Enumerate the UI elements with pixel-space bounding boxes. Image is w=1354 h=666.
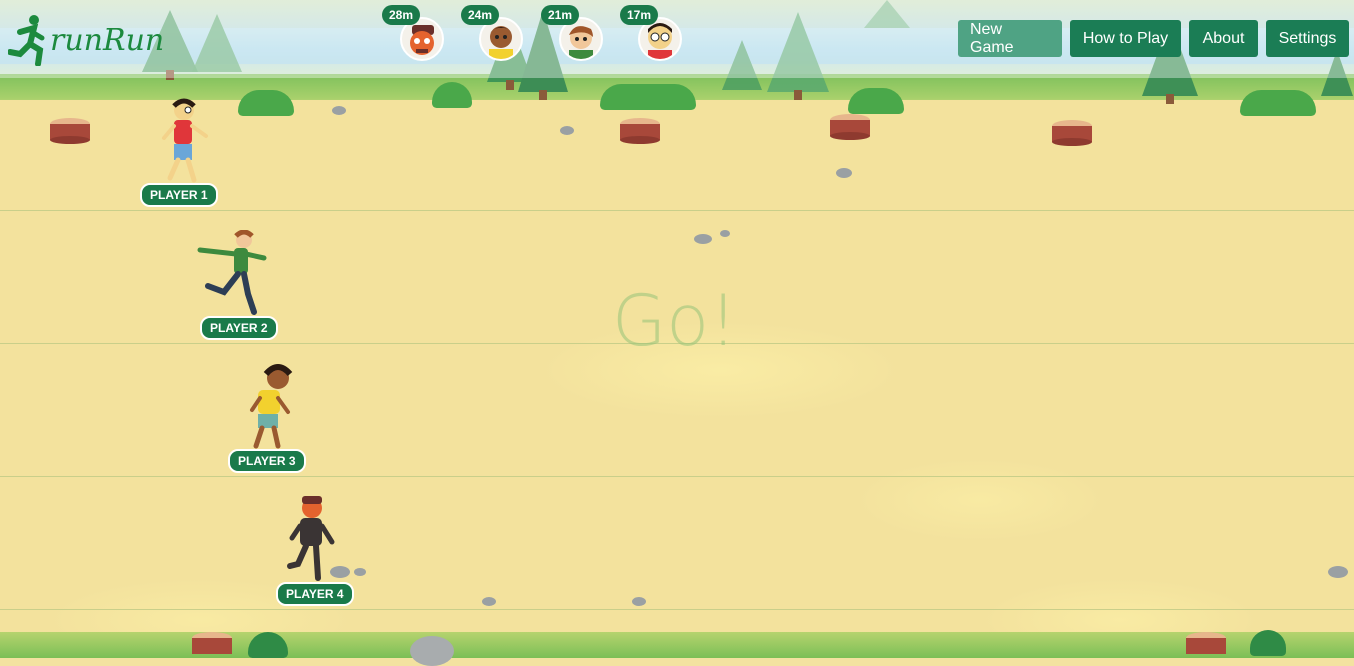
new-game-button[interactable]: New Game: [958, 20, 1062, 57]
runner-logo-icon: [8, 15, 45, 66]
lane-divider: [0, 476, 1354, 477]
tree-stump-icon: [50, 118, 90, 144]
player3-label: PLAYER 3: [228, 449, 306, 473]
rock: [694, 234, 712, 244]
top-bar: runRun 28m 24m 21m 17m New Game How to P…: [0, 0, 1354, 78]
rock: [332, 106, 346, 115]
player1-label: PLAYER 1: [140, 183, 218, 207]
app-logo[interactable]: runRun: [8, 12, 164, 68]
app-name: runRun: [50, 22, 165, 58]
player4-label: PLAYER 4: [276, 582, 354, 606]
player4-runner: [287, 496, 335, 581]
about-button[interactable]: About: [1189, 20, 1258, 57]
rock: [560, 126, 574, 135]
bush: [600, 84, 696, 110]
distance-badge: 24m: [461, 5, 500, 25]
rock: [720, 230, 730, 237]
player1-runner: [162, 98, 208, 183]
bush: [848, 88, 904, 114]
standing-player1: 17m: [620, 5, 682, 65]
player3-runner: [250, 364, 293, 449]
how-to-play-button[interactable]: How to Play: [1070, 20, 1181, 57]
distance-badge: 28m: [382, 5, 421, 25]
player2-label: PLAYER 2: [200, 316, 278, 340]
race-status-text: Go!: [612, 280, 738, 362]
distance-badge: 21m: [541, 5, 580, 25]
lane-divider: [0, 609, 1354, 610]
tree-stump-icon: [192, 632, 232, 654]
standing-player4: 28m: [382, 5, 444, 65]
tree-stump-icon: [1186, 632, 1226, 654]
tree-stump-icon: [1052, 120, 1092, 146]
rock: [410, 636, 454, 666]
rock: [632, 597, 646, 606]
tree-stump-icon: [620, 118, 660, 144]
rock: [354, 568, 366, 576]
rock: [836, 168, 852, 178]
bush: [238, 90, 294, 116]
standing-player2: 21m: [541, 5, 603, 65]
player2-runner: [197, 230, 267, 315]
rock: [482, 597, 496, 606]
tree-stump-icon: [830, 114, 870, 140]
distance-badge: 17m: [620, 5, 659, 25]
lane-divider: [0, 210, 1354, 211]
settings-button[interactable]: Settings: [1266, 20, 1349, 57]
bush: [1240, 90, 1316, 116]
standing-player3: 24m: [461, 5, 523, 65]
rock: [1328, 566, 1348, 578]
